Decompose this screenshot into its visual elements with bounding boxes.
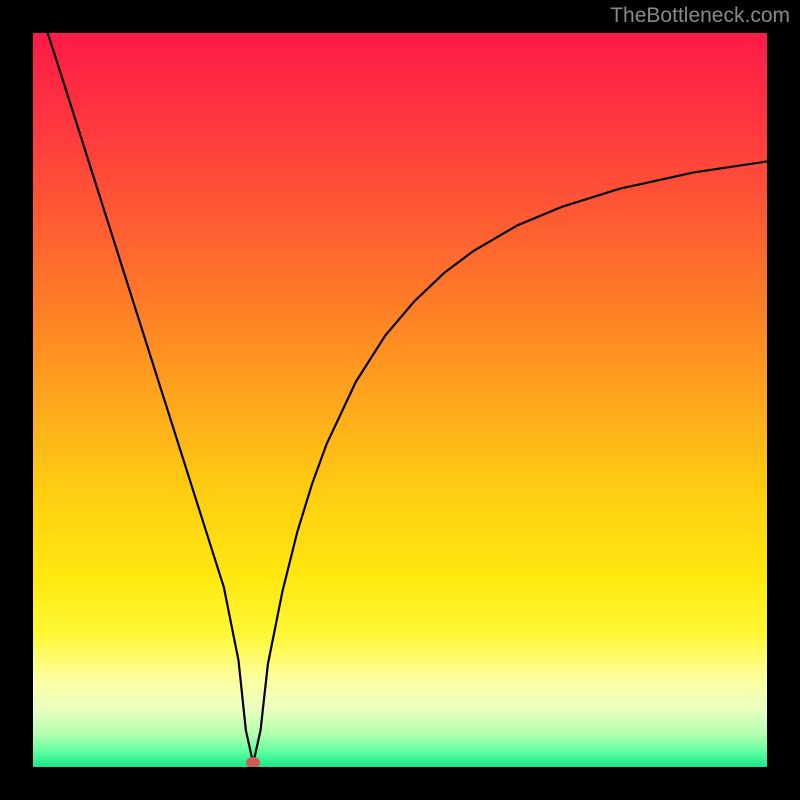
chart-frame: TheBottleneck.com [0,0,800,800]
bottleneck-curve [33,33,767,767]
watermark-text: TheBottleneck.com [610,4,790,28]
plot-area [33,33,767,767]
optimal-point-marker [246,757,260,767]
